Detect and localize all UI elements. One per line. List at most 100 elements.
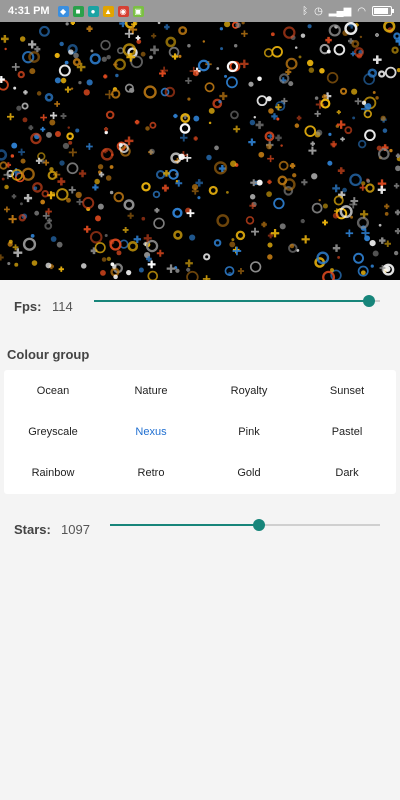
star-cross (185, 77, 192, 85)
star-ring (349, 173, 362, 187)
star-dot (268, 108, 274, 114)
star-dot (75, 128, 80, 133)
star-dot (307, 24, 312, 29)
star-cross (322, 219, 328, 226)
fps-slider[interactable] (94, 291, 380, 311)
stars-slider-thumb[interactable] (252, 519, 265, 531)
star-dot (109, 165, 114, 169)
star-dot (70, 87, 74, 90)
star-ring (41, 189, 49, 198)
star-cross (3, 206, 10, 213)
star-ring (117, 47, 125, 55)
star-dot (1, 177, 5, 181)
star-dot (33, 186, 38, 191)
star-dot (105, 175, 112, 181)
star-cross (202, 275, 211, 280)
star-cross (219, 92, 228, 101)
colour-option-retro[interactable]: Retro (102, 452, 200, 493)
star-dot (270, 32, 275, 37)
star-dot (126, 270, 132, 276)
star-ring (393, 32, 400, 40)
star-dot (49, 119, 56, 126)
star-cross (122, 226, 129, 233)
fps-slider-thumb[interactable] (362, 295, 375, 307)
star-cross (86, 143, 93, 150)
colour-option-nature[interactable]: Nature (102, 370, 200, 411)
colour-option-sunset[interactable]: Sunset (298, 370, 396, 411)
star-dot (352, 116, 356, 120)
star-ring (21, 167, 35, 181)
star-ring (197, 59, 210, 72)
star-cross (240, 59, 249, 69)
star-ring (245, 216, 255, 225)
android-robot-icon: ▣ (132, 5, 144, 17)
star-dot (206, 154, 212, 161)
star-cross (86, 25, 93, 32)
colour-option-rainbow[interactable]: Rainbow (4, 452, 102, 493)
colour-option-pastel[interactable]: Pastel (298, 411, 396, 452)
star-ring (44, 92, 54, 102)
starfield-svg (0, 22, 400, 280)
star-ring (105, 110, 115, 120)
star-ring (278, 160, 289, 171)
colour-option-dark[interactable]: Dark (298, 452, 396, 493)
star-dot (75, 191, 82, 198)
star-dot (197, 196, 201, 200)
star-ring (384, 66, 397, 79)
colour-group-title: Colour group (7, 347, 90, 362)
star-dot (60, 77, 67, 84)
star-dot (372, 91, 376, 94)
star-ring (164, 86, 176, 98)
star-cross (23, 194, 33, 203)
star-dot (68, 49, 74, 55)
star-dot (395, 165, 400, 172)
star-dot (59, 41, 64, 47)
star-ring (147, 270, 159, 280)
star-dot (40, 199, 46, 205)
star-cross (180, 134, 188, 142)
colour-option-ocean[interactable]: Ocean (4, 370, 102, 411)
fps-row: Fps: 114 (0, 285, 400, 325)
star-ring (153, 217, 165, 230)
star-ring (178, 26, 188, 36)
star-dot (328, 132, 332, 136)
star-dot (216, 67, 220, 70)
star-ring (357, 139, 367, 149)
star-cross (103, 74, 108, 79)
star-dot (267, 254, 273, 260)
colour-option-gold[interactable]: Gold (200, 452, 298, 493)
colour-option-royalty[interactable]: Royalty (200, 370, 298, 411)
colour-option-greyscale[interactable]: Greyscale (4, 411, 102, 452)
star-dot (14, 262, 19, 267)
star-cross (4, 184, 9, 190)
star-ring (113, 191, 125, 203)
star-cross (251, 227, 259, 236)
star-cross (289, 163, 296, 169)
stars-slider[interactable] (110, 515, 380, 535)
star-dot (101, 56, 107, 62)
star-cross (394, 228, 400, 235)
star-cross (161, 184, 169, 192)
star-dot (318, 198, 321, 202)
star-dot (109, 239, 115, 245)
star-ring (351, 39, 360, 48)
colour-option-nexus[interactable]: Nexus (102, 411, 200, 452)
star-dot (380, 115, 386, 121)
star-dot (116, 250, 122, 256)
star-cross (374, 33, 380, 38)
star-dot (351, 88, 358, 95)
star-dot (78, 81, 82, 85)
star-cross (154, 207, 160, 213)
star-cross (166, 264, 176, 274)
star-cross (8, 215, 17, 224)
star-ring (165, 36, 177, 48)
star-cross (267, 155, 275, 163)
star-dot (54, 131, 61, 138)
star-ring (333, 195, 344, 206)
star-cross (340, 136, 345, 142)
star-cross (325, 36, 332, 44)
colour-option-pink[interactable]: Pink (200, 411, 298, 452)
star-cross (255, 120, 264, 129)
star-dot (337, 255, 341, 259)
star-dot (94, 178, 100, 185)
